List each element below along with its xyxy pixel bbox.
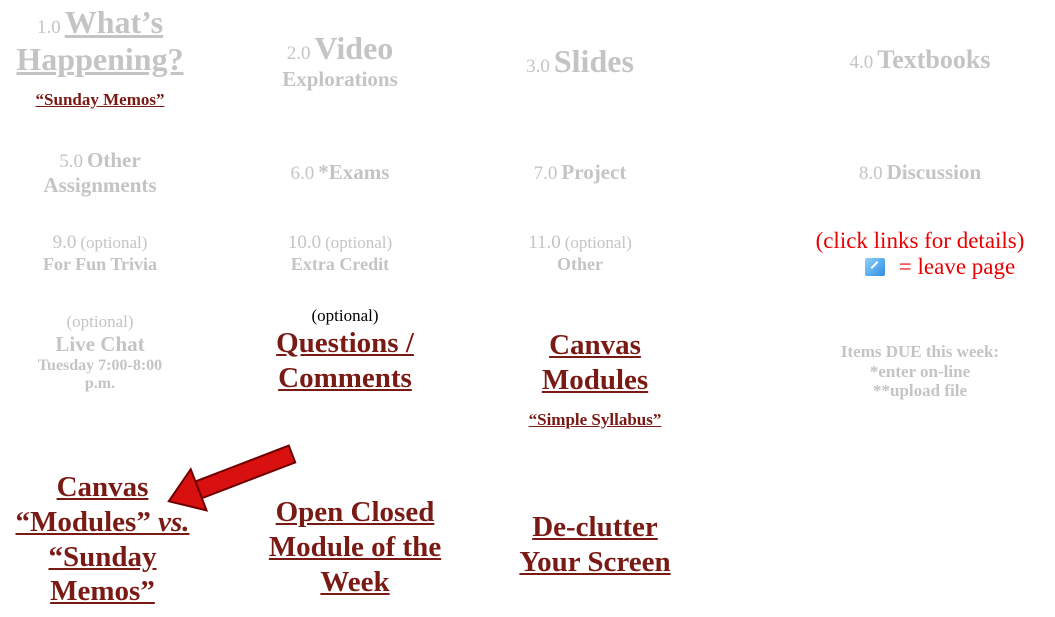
slides-cell[interactable]: 3.0 Slides bbox=[480, 43, 680, 80]
whats-happening-title-2[interactable]: Happening? bbox=[16, 41, 183, 77]
live-chat-time-pm: p.m. bbox=[84, 375, 116, 393]
simple-syllabus-link[interactable]: “Simple Syllabus” bbox=[529, 410, 662, 429]
optional-label: (optional) bbox=[311, 306, 379, 325]
legend-cell: (click links for details) = leave page bbox=[790, 228, 1050, 281]
external-link-icon bbox=[864, 258, 885, 277]
section-number: 11.0 bbox=[528, 232, 561, 253]
live-chat-title[interactable]: Live Chat bbox=[55, 332, 144, 356]
section-number: 6.0 bbox=[290, 163, 315, 184]
section-number: 5.0 bbox=[59, 151, 84, 172]
video-explorations-cell[interactable]: 2.0 Video Explorations bbox=[240, 30, 440, 91]
open-closed-link-2[interactable]: Module of the bbox=[269, 531, 441, 563]
section-number: 10.0 bbox=[287, 232, 322, 253]
items-due-heading: Items DUE this week: bbox=[840, 342, 1000, 361]
optional-label: (optional) bbox=[564, 233, 632, 252]
whats-happening-link[interactable]: 1.0 What’s Happening? bbox=[0, 4, 200, 78]
questions-comments-cell: (optional) Questions / Comments bbox=[245, 306, 445, 396]
section-number: 3.0 bbox=[526, 56, 550, 77]
declutter-link-2[interactable]: Your Screen bbox=[519, 546, 670, 578]
live-chat-cell[interactable]: (optional) Live Chat Tuesday 7:00-8:00 p… bbox=[0, 312, 200, 394]
extra-credit-cell[interactable]: 10.0 (optional) Extra Credit bbox=[240, 232, 440, 275]
optional-label: (optional) bbox=[80, 233, 148, 252]
live-chat-time: Tuesday 7:00-8:00 bbox=[37, 356, 163, 374]
modules-vs-memos-link-4[interactable]: Memos” bbox=[50, 575, 155, 607]
other-assignments-cell[interactable]: 5.0 Other Assignments bbox=[0, 148, 200, 197]
slides-title[interactable]: Slides bbox=[554, 43, 634, 79]
other-assignments-title-1[interactable]: Other bbox=[87, 148, 141, 172]
discussion-title[interactable]: Discussion bbox=[887, 160, 982, 184]
project-cell[interactable]: 7.0 Project bbox=[480, 160, 680, 185]
project-title[interactable]: Project bbox=[561, 160, 626, 184]
canvas-modules-cell: Canvas Modules “Simple Syllabus” bbox=[495, 328, 695, 430]
sunday-memos-link[interactable]: “Sunday Memos” bbox=[36, 90, 165, 109]
pointer-arrow bbox=[167, 444, 297, 512]
video-title[interactable]: Video bbox=[314, 30, 393, 66]
questions-comments-link-1[interactable]: Questions / bbox=[276, 327, 414, 359]
section-number: 4.0 bbox=[849, 52, 874, 73]
section-number: 8.0 bbox=[858, 163, 883, 184]
canvas-modules-link-2[interactable]: Modules bbox=[542, 364, 648, 396]
modules-vs-memos-link-3[interactable]: “Sunday bbox=[48, 541, 156, 573]
extra-credit-title[interactable]: Extra Credit bbox=[291, 254, 389, 274]
questions-comments-link-2[interactable]: Comments bbox=[278, 362, 412, 394]
other-assignments-title-2[interactable]: Assignments bbox=[43, 173, 156, 197]
course-home-grid: 1.0 What’s Happening? “Sunday Memos” 2.0… bbox=[0, 0, 1055, 617]
canvas-modules-link-1[interactable]: Canvas bbox=[549, 329, 641, 361]
other-title[interactable]: Other bbox=[557, 254, 603, 274]
declutter-cell: De-clutter Your Screen bbox=[495, 510, 695, 580]
exams-cell[interactable]: 6.0 *Exams bbox=[240, 160, 440, 185]
declutter-link-1[interactable]: De-clutter bbox=[532, 511, 658, 543]
discussion-cell[interactable]: 8.0 Discussion bbox=[800, 160, 1040, 185]
trivia-title[interactable]: For Fun Trivia bbox=[43, 254, 157, 274]
whats-happening-cell: 1.0 What’s Happening? “Sunday Memos” bbox=[0, 4, 200, 110]
open-closed-link-3[interactable]: Week bbox=[320, 566, 389, 598]
modules-quote[interactable]: “Modules” bbox=[15, 506, 158, 538]
whats-happening-title-1[interactable]: What’s bbox=[65, 4, 163, 40]
textbooks-title[interactable]: Textbooks bbox=[877, 45, 990, 74]
section-number: 7.0 bbox=[533, 163, 558, 184]
optional-label: (optional) bbox=[325, 233, 393, 252]
section-number: 9.0 bbox=[52, 232, 77, 253]
trivia-cell[interactable]: 9.0 (optional) For Fun Trivia bbox=[0, 232, 200, 275]
optional-label: (optional) bbox=[66, 312, 134, 331]
upload-file-note: **upload file bbox=[873, 381, 967, 401]
textbooks-cell[interactable]: 4.0 Textbooks bbox=[800, 45, 1040, 75]
section-number: 2.0 bbox=[286, 43, 311, 64]
section-number: 1.0 bbox=[36, 17, 61, 38]
exams-title[interactable]: *Exams bbox=[318, 160, 389, 184]
video-subtitle[interactable]: Explorations bbox=[282, 67, 398, 91]
enter-online-note: *enter on-line bbox=[869, 361, 971, 381]
modules-vs-memos-link-1[interactable]: Canvas bbox=[57, 471, 149, 503]
click-links-note: (click links for details) bbox=[815, 228, 1025, 253]
other-cell[interactable]: 11.0 (optional) Other bbox=[480, 232, 680, 275]
due-items-cell: Items DUE this week: *enter on-line **up… bbox=[800, 342, 1040, 401]
leave-page-note: = leave page bbox=[898, 254, 1016, 280]
